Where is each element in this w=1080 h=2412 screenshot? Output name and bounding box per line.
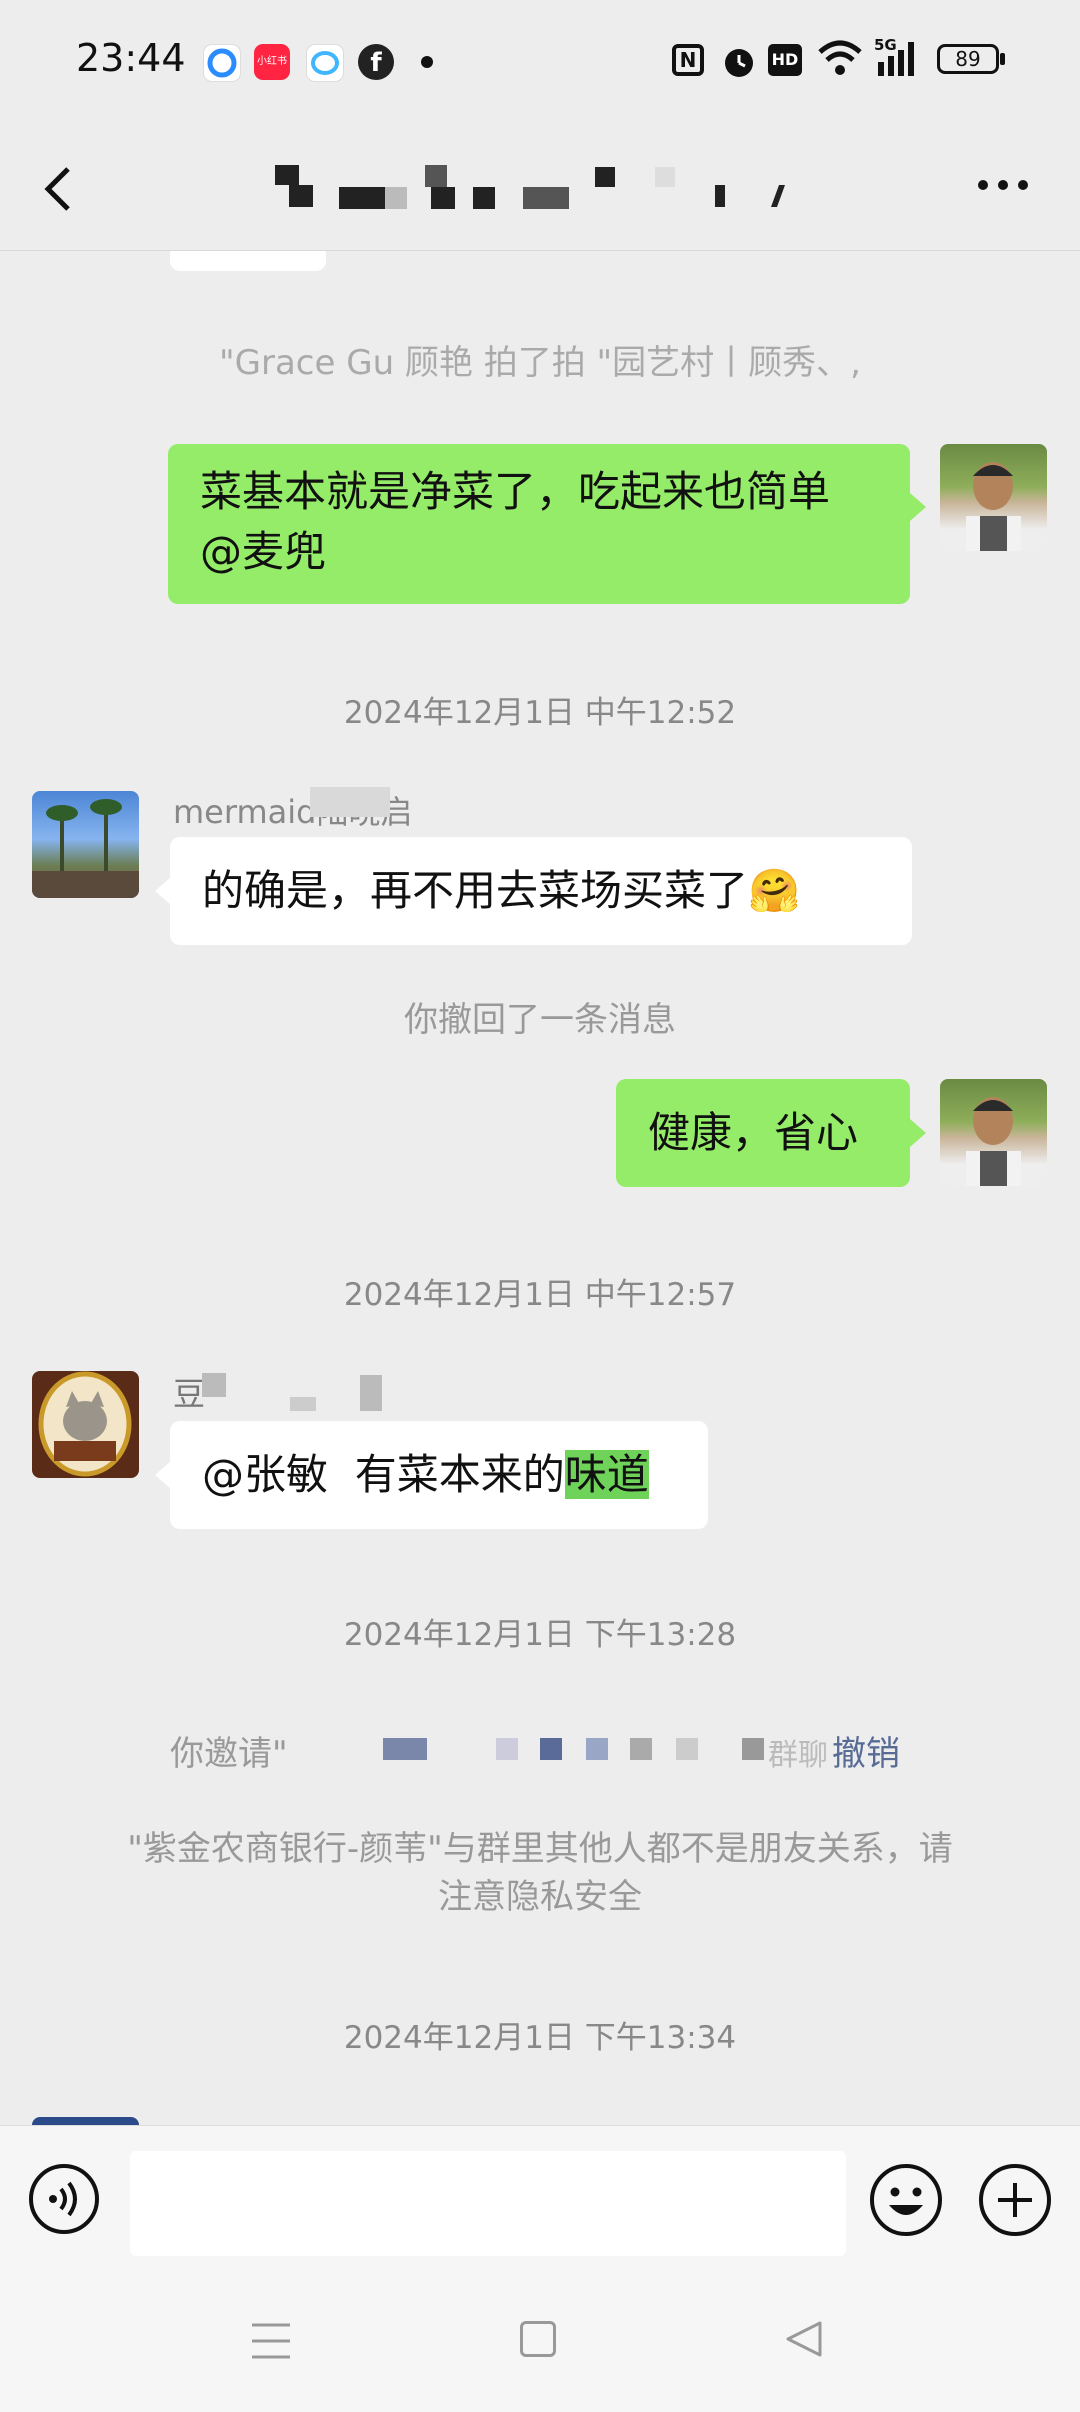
svg-text:5G: 5G — [874, 36, 897, 54]
sender-name-blur — [360, 1375, 382, 1411]
blur-block — [383, 1738, 427, 1760]
privacy-notice: "紫金农商银行-颜苇"与群里其他人都不是朋友关系，请 注意隐私安全 — [0, 1825, 1080, 1921]
message-bubble-outgoing[interactable]: 健康，省心 — [616, 1079, 910, 1187]
keyword-highlight[interactable]: 味道 — [564, 1450, 649, 1499]
blur-block — [496, 1738, 518, 1760]
chat-title-blurred — [255, 155, 835, 230]
bubble-tail — [910, 1119, 926, 1147]
qq-browser-icon — [203, 44, 241, 82]
sender-name-blur — [310, 787, 390, 817]
add-icon[interactable] — [978, 2163, 1052, 2237]
message-bubble-partial[interactable] — [170, 251, 326, 271]
message-text: 有菜本来的 — [328, 1450, 565, 1499]
privacy-line: 注意隐私安全 — [438, 1877, 642, 1917]
timestamp: 2024年12月1日 中午12:52 — [343, 695, 737, 731]
system-nav-bar — [0, 2275, 1080, 2412]
message-line: @麦兜 — [200, 527, 327, 576]
voice-icon[interactable] — [28, 2163, 100, 2235]
battery-tip-icon — [1000, 53, 1005, 65]
back-triangle-icon[interactable] — [784, 2319, 824, 2363]
menu-icon[interactable] — [250, 2321, 292, 2365]
more-options-icon[interactable] — [975, 173, 1031, 197]
timestamp: 2024年12月1日 下午13:34 — [343, 2020, 737, 2056]
pat-notice: "Grace Gu 顾艳 拍了拍 "园艺村丨顾秀、, — [219, 343, 861, 383]
facebook-icon: f — [358, 44, 394, 80]
battery-level: 89 — [955, 47, 981, 71]
message-bubble-incoming[interactable]: @张敏 有菜本来的味道 — [170, 1421, 708, 1529]
invite-prefix: 你邀请" — [170, 1734, 288, 1774]
status-bar: 23:44 小红书 f N HD 5G 89 — [0, 0, 1080, 125]
sender-name: 豆 — [173, 1375, 206, 1413]
avatar-partial[interactable] — [32, 2117, 139, 2125]
invite-suffix: 群聊 — [768, 1738, 828, 1773]
bubble-tail — [910, 493, 926, 521]
blur-block — [676, 1738, 698, 1760]
message-bubble-outgoing[interactable]: 菜基本就是净菜了，吃起来也简单 @麦兜 — [168, 444, 910, 604]
sender-name-blur — [202, 1373, 226, 1397]
emoji-icon[interactable] — [869, 2163, 943, 2237]
blur-block — [630, 1738, 652, 1760]
nfc-icon: N — [672, 44, 704, 76]
message-text: 健康，省心 — [648, 1108, 859, 1157]
chat-area[interactable]: "Grace Gu 顾艳 拍了拍 "园艺村丨顾秀、, 菜基本就是净菜了，吃起来也… — [0, 251, 1080, 2125]
blur-block — [540, 1738, 562, 1760]
blur-block — [742, 1738, 764, 1760]
wifi-icon — [816, 38, 864, 82]
hd-icon: HD — [768, 44, 802, 76]
status-time: 23:44 — [76, 36, 186, 80]
bubble-tail — [155, 877, 171, 905]
alarm-icon — [720, 42, 758, 84]
signal-icon: 5G — [874, 36, 926, 82]
home-icon[interactable] — [520, 2321, 556, 2357]
sender-name-blur — [290, 1397, 316, 1411]
xiaohongshu-label: 小红书 — [257, 56, 287, 67]
avatar-self[interactable] — [940, 1079, 1047, 1186]
blur-block — [586, 1738, 608, 1760]
invite-notice: 你邀请" 群聊 撤销 — [0, 1726, 1080, 1776]
timestamp: 2024年12月1日 下午13:28 — [343, 1617, 737, 1653]
message-text: 的确是，再不用去菜场买菜了🤗 — [202, 866, 801, 915]
mention[interactable]: @张敏 — [202, 1450, 328, 1499]
notification-dot-icon — [421, 56, 433, 68]
recall-notice: 你撤回了一条消息 — [404, 1000, 676, 1040]
privacy-line: "紫金农商银行-颜苇"与群里其他人都不是朋友关系，请 — [127, 1829, 953, 1869]
bubble-tail — [155, 1461, 171, 1489]
avatar-self[interactable] — [940, 444, 1047, 551]
battery-icon: 89 — [937, 44, 999, 74]
timestamp: 2024年12月1日 中午12:57 — [343, 1277, 737, 1313]
message-bubble-incoming[interactable]: 的确是，再不用去菜场买菜了🤗 — [170, 837, 912, 945]
chat-header — [0, 125, 1080, 251]
back-icon[interactable] — [38, 161, 78, 217]
input-bar — [0, 2125, 1080, 2276]
chat-app-icon — [306, 44, 344, 82]
xiaohongshu-icon: 小红书 — [254, 44, 290, 80]
avatar-mermaid[interactable] — [32, 791, 139, 898]
message-input[interactable] — [130, 2151, 846, 2256]
message-line: 菜基本就是净菜了，吃起来也简单 — [200, 467, 831, 516]
revoke-invite-link[interactable]: 撤销 — [832, 1726, 900, 1775]
avatar-cat[interactable] — [32, 1371, 139, 1478]
